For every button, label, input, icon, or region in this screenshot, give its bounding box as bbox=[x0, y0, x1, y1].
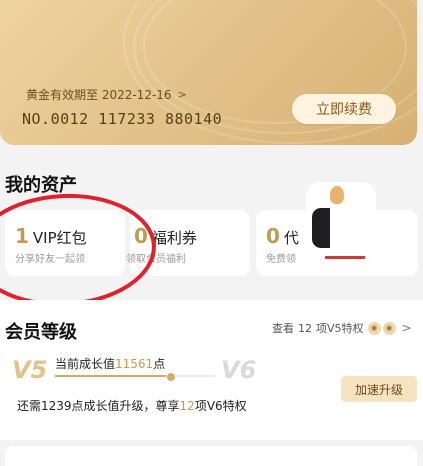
gold-membership-card: 黄金有效期至 2022-12-16 > NO.0012 117233 88014… bbox=[0, 0, 417, 145]
view-privileges-link[interactable]: 查看 12 项V5特权 ◉ ◉ > bbox=[272, 320, 412, 336]
floating-widget-shape bbox=[325, 256, 365, 259]
level-progress-bar bbox=[55, 372, 215, 382]
boost-upgrade-button[interactable]: 加速升级 bbox=[341, 376, 417, 402]
upgrade-suffix: 项V6特权 bbox=[194, 399, 247, 413]
level-progress-fill bbox=[55, 375, 171, 377]
next-section-card bbox=[5, 446, 417, 466]
privilege-icons: ◉ ◉ bbox=[367, 321, 396, 335]
floating-widget-shape bbox=[330, 186, 344, 204]
membership-expiry[interactable]: 黄金有效期至 2022-12-16 > bbox=[26, 86, 187, 103]
chevron-right-icon: > bbox=[401, 321, 412, 335]
link-text-suffix: 项V5特权 bbox=[316, 322, 364, 335]
annotation-circle bbox=[0, 189, 159, 311]
growth-suffix: 点 bbox=[153, 357, 166, 371]
upgrade-prefix: 还需1239点成长值升级，尊享 bbox=[17, 399, 180, 413]
current-level-badge: V5 bbox=[12, 356, 48, 384]
next-level-badge: V6 bbox=[221, 356, 257, 384]
renew-button[interactable]: 立即续费 bbox=[292, 94, 396, 124]
floating-widget-shape bbox=[312, 208, 330, 248]
chevron-right-icon: > bbox=[177, 88, 187, 101]
growth-value-text: 当前成长值11561点 bbox=[55, 355, 165, 372]
privilege-badge-icon: ◉ bbox=[382, 321, 396, 335]
upgrade-count: 12 bbox=[179, 399, 195, 413]
asset-count: 0 bbox=[266, 224, 280, 248]
member-level-title: 会员等级 bbox=[5, 322, 77, 343]
growth-prefix: 当前成长值 bbox=[55, 357, 116, 371]
asset-label: 代 bbox=[283, 229, 299, 247]
growth-value: 11561 bbox=[115, 357, 154, 371]
privilege-badge-icon: ◉ bbox=[367, 321, 381, 335]
asset-subtitle: 免费领 bbox=[266, 254, 296, 265]
link-text-count: 12 bbox=[298, 321, 312, 335]
expiry-label: 黄金有效期至 2022-12-16 bbox=[26, 88, 172, 102]
upgrade-requirement-text: 还需1239点成长值升级，尊享12项V6特权 bbox=[17, 397, 247, 414]
card-number: NO.0012 117233 880140 bbox=[22, 110, 223, 128]
asset-label: 福利券 bbox=[151, 229, 197, 247]
link-text-prefix: 查看 bbox=[272, 322, 294, 335]
